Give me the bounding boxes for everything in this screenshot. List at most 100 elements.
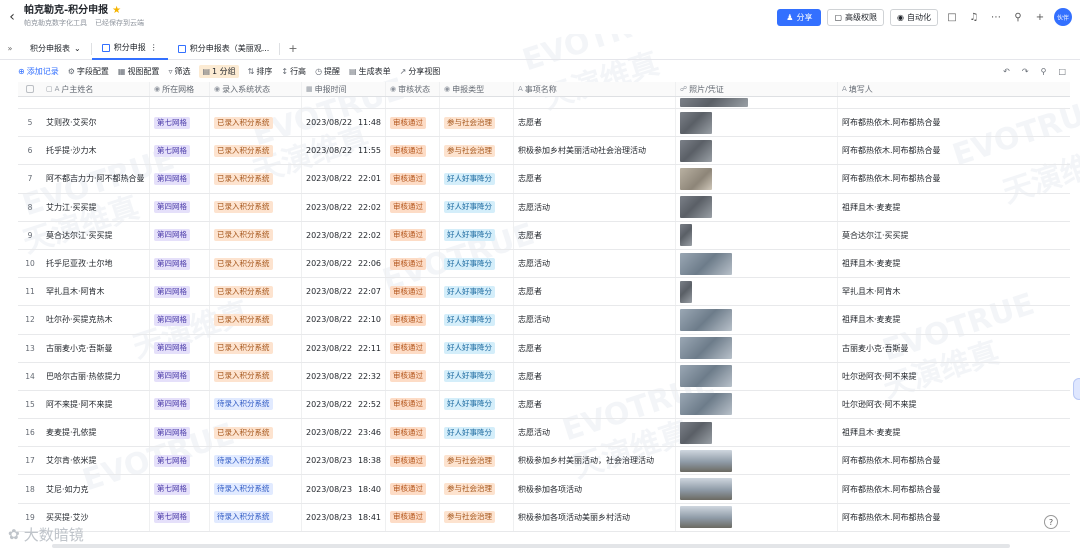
cell-item[interactable]: 志愿者 xyxy=(514,165,676,193)
cell-filler[interactable]: 阿布都热依木.阿布都热合曼 xyxy=(838,475,1068,502)
cell-filler[interactable]: 祖拜且木·麦麦提 xyxy=(838,419,1068,446)
star-icon[interactable]: ★ xyxy=(112,5,121,17)
remind-button[interactable]: ◷ 提醒 xyxy=(315,66,340,77)
undo-icon[interactable]: ↶ xyxy=(1003,67,1010,76)
cell-item[interactable]: 志愿活动 xyxy=(514,249,676,278)
cell-photo[interactable] xyxy=(676,447,838,475)
table-row[interactable]: 14 巴哈尔古丽·热依提力 第四网格 已录入积分系统 2023/08/22 22:32 审核… xyxy=(18,362,1070,391)
cell-photo[interactable] xyxy=(676,249,838,278)
cell-photo[interactable] xyxy=(676,193,838,221)
photo-thumbnail[interactable] xyxy=(680,98,748,107)
add-view-icon[interactable]: + xyxy=(280,42,305,55)
cell-name[interactable]: 吐尔孙·买提克热木 xyxy=(42,306,150,334)
bell-icon[interactable]: ♫ xyxy=(966,9,982,25)
column-header-name[interactable]: ▢ A 户主姓名 xyxy=(42,82,150,96)
cell-name[interactable]: 阿不来提·阿不来提 xyxy=(42,390,150,419)
photo-thumbnail[interactable] xyxy=(680,308,732,331)
cell-time[interactable]: 2023/08/22 22:02 xyxy=(302,193,386,221)
cell-filler[interactable]: 莫合达尔江·买买提 xyxy=(838,222,1068,249)
cell-review[interactable]: 审核通过 xyxy=(386,362,440,390)
table-row[interactable]: 12 吐尔孙·买提克热木 第四网格 已录入积分系统 2023/08/22 22:10 审核通… xyxy=(18,306,1070,335)
cell-photo[interactable] xyxy=(676,334,838,362)
cell-sys[interactable]: 待录入积分系统 xyxy=(210,390,302,419)
cell-review[interactable]: 审核通过 xyxy=(386,165,440,193)
column-header-filler[interactable]: A 填写人 xyxy=(838,82,1068,96)
cell-name[interactable]: 巴哈尔古丽·热依提力 xyxy=(42,362,150,390)
cell-type[interactable]: 好人好事降分 xyxy=(440,306,514,334)
cell-filler[interactable]: 祖拜且木·麦麦提 xyxy=(838,250,1068,277)
cell-photo[interactable] xyxy=(676,306,838,334)
cell-photo[interactable] xyxy=(676,475,838,503)
cell-grid[interactable]: 第四网格 xyxy=(150,249,210,278)
column-header-type[interactable]: ◉ 申报类型 xyxy=(440,82,514,96)
cell-time[interactable]: 2023/08/23 18:38 xyxy=(302,447,386,475)
column-header-time[interactable]: ▦ 申报时间 xyxy=(302,82,386,96)
advanced-permission-button[interactable]: ▢ 高级权限 xyxy=(827,8,885,26)
cell-type[interactable]: 参与社会治理 xyxy=(440,137,514,165)
row-index-cell[interactable]: 5 xyxy=(18,109,42,136)
cell-type[interactable]: 参与社会治理 xyxy=(440,109,514,137)
photo-thumbnail[interactable] xyxy=(680,478,732,501)
redo-icon[interactable]: ↷ xyxy=(1022,67,1029,76)
cell-photo[interactable] xyxy=(676,221,838,249)
cell-sys[interactable]: 已录入积分系统 xyxy=(210,419,302,447)
cell-name[interactable]: 托乎提·沙力木 xyxy=(42,137,150,165)
cell-review[interactable]: 审核通过 xyxy=(386,447,440,475)
row-index-cell[interactable]: 13 xyxy=(18,335,42,362)
column-header-review[interactable]: ◉ 审核状态 xyxy=(386,82,440,96)
cell-item[interactable]: 志愿活动 xyxy=(514,419,676,447)
cell-photo[interactable] xyxy=(676,362,838,390)
cell-type[interactable]: 参与社会治理 xyxy=(440,475,514,503)
cell-name[interactable]: 托乎尼亚孜·土尔地 xyxy=(42,249,150,278)
cell-sys[interactable]: 已录入积分系统 xyxy=(210,306,302,334)
cell-review[interactable]: 审核通过 xyxy=(386,306,440,334)
photo-thumbnail[interactable] xyxy=(680,365,732,388)
comment-icon[interactable]: □ xyxy=(1058,67,1066,76)
cell-time[interactable]: 2023/08/22 22:32 xyxy=(302,362,386,390)
table-row[interactable]: 18 艾尼·如力克 第七网格 待录入积分系统 2023/08/23 18:40 审核通过 参与… xyxy=(18,475,1070,504)
share-view-button[interactable]: ↗ 分享视图 xyxy=(400,66,441,77)
cell-sys[interactable]: 待录入积分系统 xyxy=(210,447,302,475)
cell-name[interactable]: 罕扎且木·阿肯木 xyxy=(42,278,150,306)
row-index-cell[interactable]: 8 xyxy=(18,194,42,221)
cell-item[interactable]: 志愿者 xyxy=(514,334,676,362)
cell-time[interactable]: 2023/08/22 23:46 xyxy=(302,419,386,447)
cell-item[interactable]: 志愿活动 xyxy=(514,193,676,221)
cell-grid[interactable]: 第四网格 xyxy=(150,362,210,390)
cell-photo[interactable] xyxy=(676,278,838,306)
column-header-sys[interactable]: ◉ 录入系统状态 xyxy=(210,82,302,96)
cell-grid[interactable]: 第七网格 xyxy=(150,475,210,503)
cell-review[interactable]: 审核通过 xyxy=(386,109,440,137)
cell-name[interactable]: 艾尔肯·依米提 xyxy=(42,447,150,475)
cell-type[interactable]: 好人好事降分 xyxy=(440,362,514,390)
cell-name[interactable]: 艾则孜·艾买尔 xyxy=(42,109,150,137)
row-index-cell[interactable]: 18 xyxy=(18,475,42,502)
cell-item[interactable]: 志愿者 xyxy=(514,390,676,419)
view-config-button[interactable]: ▦ 视图配置 xyxy=(118,66,160,77)
cell-photo[interactable] xyxy=(676,165,838,193)
row-index-cell[interactable]: 12 xyxy=(18,306,42,333)
cell-sys[interactable]: 待录入积分系统 xyxy=(210,503,302,531)
avatar[interactable]: 伙伴 xyxy=(1054,8,1072,26)
photo-thumbnail[interactable] xyxy=(680,449,732,472)
cell-photo[interactable] xyxy=(676,109,838,137)
cell-filler[interactable]: 阿布都热依木.阿布都热合曼 xyxy=(838,109,1068,136)
cell-filler[interactable]: 古丽麦小克·吾斯曼 xyxy=(838,335,1068,362)
cell-type[interactable]: 好人好事降分 xyxy=(440,278,514,306)
side-panel-handle[interactable] xyxy=(1073,378,1080,400)
help-icon[interactable]: ? xyxy=(1044,515,1058,529)
cell-time[interactable]: 2023/08/22 22:06 xyxy=(302,249,386,278)
group-button[interactable]: ▤ 1 分组 xyxy=(199,64,239,78)
cell-filler[interactable]: 祖拜且木·麦麦提 xyxy=(838,306,1068,333)
cell-time[interactable]: 2023/08/22 22:10 xyxy=(302,306,386,334)
cell-item[interactable]: 志愿活动 xyxy=(514,306,676,334)
horizontal-scrollbar[interactable] xyxy=(52,544,1010,548)
cell-time[interactable]: 2023/08/23 18:40 xyxy=(302,475,386,503)
cell-name[interactable]: 艾力江·买买提 xyxy=(42,193,150,221)
cell-review[interactable]: 审核通过 xyxy=(386,419,440,447)
cell-item[interactable]: 志愿者 xyxy=(514,278,676,306)
cell-review[interactable]: 审核通过 xyxy=(386,249,440,278)
cell-sys[interactable]: 已录入积分系统 xyxy=(210,137,302,165)
field-config-button[interactable]: ⚙ 字段配置 xyxy=(68,66,109,77)
photo-thumbnail[interactable] xyxy=(680,421,712,444)
